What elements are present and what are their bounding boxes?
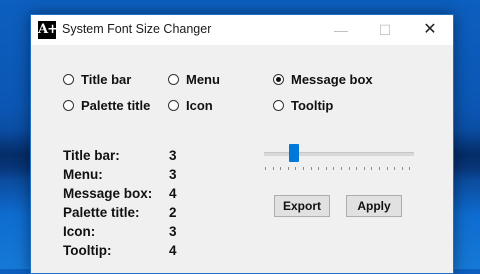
slider-tick	[379, 167, 380, 170]
app-window: A+ System Font Size Changer — ☐ ✕ Title …	[30, 14, 454, 274]
stat-value-title-bar: 3	[169, 148, 177, 163]
minimize-button[interactable]: —	[319, 15, 363, 45]
stat-value-palette-title: 2	[169, 205, 177, 220]
stat-value-icon: 3	[169, 224, 177, 239]
font-size-slider-thumb[interactable]	[289, 144, 299, 162]
radio-title-bar[interactable]: Title bar	[63, 72, 131, 87]
stat-value-message-box: 4	[169, 186, 177, 201]
stat-label-message-box: Message box:	[63, 186, 153, 201]
slider-tick	[333, 167, 335, 170]
radio-menu[interactable]: Menu	[168, 72, 220, 87]
slider-tick	[272, 167, 274, 170]
stat-value-tooltip: 4	[169, 243, 177, 258]
font-size-slider-track[interactable]	[264, 152, 414, 156]
slider-tick	[325, 167, 327, 170]
radio-circle	[273, 100, 284, 111]
radio-label: Tooltip	[291, 98, 334, 113]
slider-tick	[386, 167, 388, 170]
slider-tick	[401, 167, 403, 170]
radio-label: Icon	[186, 98, 213, 113]
stat-label-palette-title: Palette title:	[63, 205, 140, 220]
slider-tick	[265, 167, 266, 170]
slider-tick	[363, 167, 365, 170]
radio-label: Message box	[291, 72, 373, 87]
slider-tick	[295, 167, 297, 170]
stat-value-menu: 3	[169, 167, 177, 182]
radio-icon[interactable]: Icon	[168, 98, 213, 113]
maximize-button[interactable]: ☐	[363, 15, 407, 45]
radio-circle	[168, 100, 179, 111]
apply-button[interactable]: Apply	[346, 195, 402, 217]
radio-palette-title[interactable]: Palette title	[63, 98, 150, 113]
app-font-icon: A+	[38, 21, 58, 39]
export-button[interactable]: Export	[274, 195, 330, 217]
close-button[interactable]: ✕	[408, 15, 452, 45]
stat-label-icon: Icon:	[63, 224, 96, 239]
radio-label: Menu	[186, 72, 220, 87]
slider-tick	[280, 167, 282, 170]
window-title: System Font Size Changer	[62, 22, 212, 36]
radio-circle	[63, 74, 74, 85]
slider-tick	[341, 167, 342, 170]
radio-message-box[interactable]: Message box	[273, 72, 373, 87]
slider-tick	[356, 167, 358, 170]
radio-circle	[63, 100, 74, 111]
stat-label-title-bar: Title bar:	[63, 148, 120, 163]
radio-circle	[168, 74, 179, 85]
slider-tick	[348, 167, 350, 170]
slider-tick	[287, 167, 289, 170]
title-bar[interactable]: A+ System Font Size Changer — ☐ ✕	[31, 15, 453, 45]
slider-tick	[303, 167, 304, 170]
slider-tick	[371, 167, 373, 170]
slider-tick	[409, 167, 411, 170]
slider-ticks	[265, 167, 415, 171]
stat-label-tooltip: Tooltip:	[63, 243, 112, 258]
radio-label: Palette title	[81, 98, 151, 113]
radio-label: Title bar	[81, 72, 132, 87]
stat-label-menu: Menu:	[63, 167, 103, 182]
slider-tick	[394, 167, 396, 170]
slider-tick	[318, 167, 320, 170]
radio-tooltip[interactable]: Tooltip	[273, 98, 333, 113]
radio-circle-selected	[273, 74, 284, 85]
slider-tick	[310, 167, 312, 170]
